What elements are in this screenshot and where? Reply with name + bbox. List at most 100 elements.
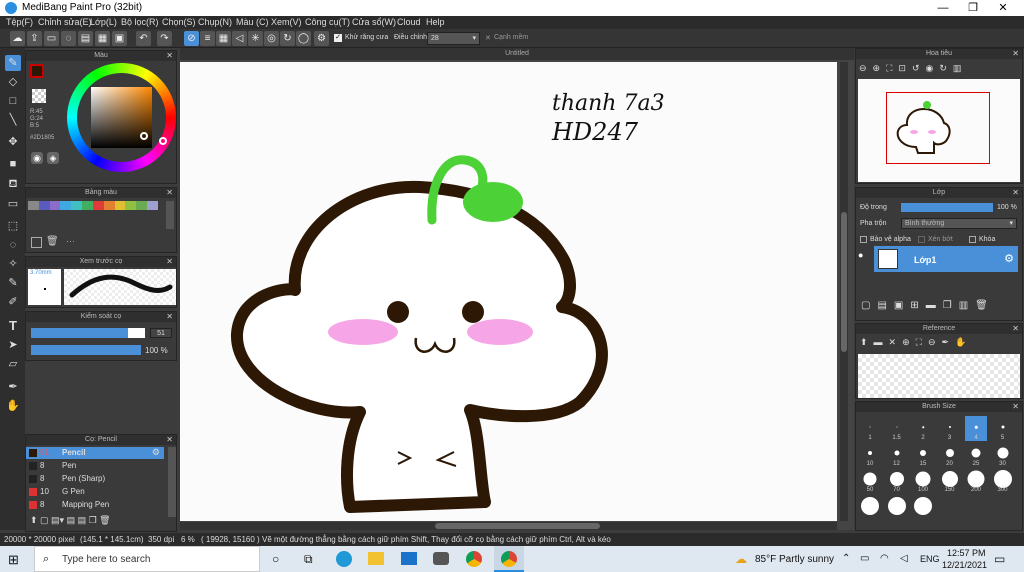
capture-icon[interactable]: ⬆ bbox=[860, 337, 874, 347]
brush-size-cell[interactable]: 20 bbox=[939, 442, 961, 467]
open-folder-icon[interactable]: ▬ bbox=[874, 337, 889, 347]
brush-size-cell[interactable] bbox=[912, 494, 934, 515]
search-box[interactable]: ⌕ Type here to search bbox=[34, 546, 260, 572]
layer-name[interactable]: Lớp1 bbox=[914, 255, 936, 265]
palette-swatch[interactable] bbox=[49, 201, 61, 210]
task-view-icon[interactable]: ⧉ bbox=[304, 552, 313, 567]
palette-swatch[interactable] bbox=[147, 201, 158, 210]
move-tool-icon[interactable]: ✥ bbox=[5, 134, 21, 150]
reference-canvas[interactable] bbox=[858, 354, 1020, 398]
palette-mode-icon[interactable]: ◉ bbox=[31, 152, 43, 164]
close-icon[interactable]: ✕ bbox=[166, 188, 173, 198]
palette-swatch[interactable] bbox=[71, 201, 83, 210]
close-icon[interactable]: ✕ bbox=[1012, 324, 1019, 334]
horizontal-scrollbar[interactable] bbox=[180, 522, 837, 530]
network-icon[interactable]: ▭ bbox=[860, 553, 869, 564]
clock-date[interactable]: 12/21/2021 bbox=[942, 560, 987, 570]
delete-layer-icon[interactable]: 🗑 bbox=[975, 300, 995, 311]
medibang-taskbar-button[interactable] bbox=[494, 546, 524, 572]
chevron-up-icon[interactable]: ⌃ bbox=[842, 553, 850, 564]
canvas-tab[interactable]: Untitled bbox=[180, 48, 854, 60]
actual-size-icon[interactable]: ⊡ bbox=[898, 63, 912, 73]
operation-tool-icon[interactable]: ➤ bbox=[5, 337, 21, 353]
menu-edit[interactable]: Chỉnh sửa(E) bbox=[38, 17, 92, 27]
settings-icon[interactable]: ⚙ bbox=[314, 31, 329, 46]
brush-size-cell[interactable]: 100 bbox=[912, 468, 934, 493]
protect-alpha-checkbox[interactable] bbox=[860, 236, 867, 243]
language[interactable]: ENG bbox=[920, 554, 940, 564]
add-material-icon[interactable]: ⊞ bbox=[910, 300, 925, 311]
weather-icon[interactable]: ☁ bbox=[735, 552, 747, 566]
vertical-scrollbar-thumb[interactable] bbox=[841, 212, 847, 352]
ellipse-ruler-icon[interactable]: ◯ bbox=[296, 31, 311, 46]
menu-cloud[interactable]: Cloud bbox=[397, 17, 421, 27]
menu-snap[interactable]: Chụp(N) bbox=[198, 17, 232, 27]
brush-tool-icon[interactable]: ✎ bbox=[5, 55, 21, 71]
cloud-icon[interactable]: ☁ bbox=[10, 31, 25, 46]
export-icon[interactable]: ⇪ bbox=[27, 31, 42, 46]
palette-swatch[interactable] bbox=[114, 201, 126, 210]
zoom-out-icon[interactable]: ⊖ bbox=[928, 337, 942, 347]
perspective-icon[interactable]: ◁ bbox=[232, 31, 247, 46]
brush-size-cell[interactable]: 12 bbox=[886, 442, 908, 467]
palette-swatch[interactable] bbox=[38, 201, 50, 210]
palette-swatch[interactable] bbox=[82, 201, 93, 210]
brush-size-value[interactable]: 51 bbox=[150, 328, 172, 338]
brush-size-slider[interactable] bbox=[31, 328, 145, 338]
add-palette-icon[interactable] bbox=[31, 237, 42, 248]
fit-icon[interactable]: ⛶ bbox=[886, 63, 898, 73]
palette-swatches[interactable] bbox=[28, 201, 158, 210]
close-icon[interactable]: ✕ bbox=[1012, 49, 1019, 59]
menu-color[interactable]: Màu (C) bbox=[236, 17, 269, 27]
more-icon[interactable]: ··· bbox=[66, 236, 75, 246]
palette-swatch[interactable] bbox=[125, 201, 137, 210]
windows-start-icon[interactable]: ⊞ bbox=[8, 552, 19, 568]
edge-icon[interactable] bbox=[336, 551, 352, 567]
layer-visibility-icon[interactable]: ● bbox=[858, 250, 870, 262]
rotate-right-icon[interactable]: ↻ bbox=[939, 63, 953, 73]
text-tool-icon[interactable]: T bbox=[5, 318, 21, 334]
palette-swatch[interactable] bbox=[60, 201, 72, 210]
menu-tools[interactable]: Công cụ(T) bbox=[305, 17, 350, 27]
brush-item-mapping-pen[interactable]: 8 Mapping Pen bbox=[26, 499, 164, 511]
brush-size-cell[interactable]: 300 bbox=[992, 468, 1014, 493]
eyedropper-icon[interactable]: ✒ bbox=[942, 337, 956, 347]
mail-icon[interactable] bbox=[401, 552, 417, 565]
close-icon[interactable]: ✕ bbox=[1012, 188, 1019, 198]
menu-filter[interactable]: Bộ lọc(R) bbox=[121, 17, 159, 27]
brush-size-cell[interactable] bbox=[859, 494, 881, 515]
zoom-in-icon[interactable]: ⊕ bbox=[902, 337, 916, 347]
clipping-checkbox[interactable] bbox=[918, 236, 925, 243]
radial-ruler-icon[interactable]: ✳ bbox=[248, 31, 263, 46]
brush-size-cell[interactable]: 30 bbox=[992, 442, 1014, 467]
zoom-out-icon[interactable]: ⊖ bbox=[859, 63, 873, 73]
gradient-tool-icon[interactable]: ▭ bbox=[5, 196, 21, 212]
antialias-checkbox[interactable]: ✓ bbox=[334, 34, 342, 42]
flip-icon[interactable]: ▥ bbox=[953, 63, 968, 73]
canvas-paper[interactable]: thanh 7a3 HD247 bbox=[180, 62, 837, 521]
transparent-swatch[interactable] bbox=[32, 89, 46, 103]
merge-down-icon[interactable]: ▥ bbox=[959, 300, 975, 311]
delete-palette-icon[interactable]: 🗑 bbox=[46, 236, 59, 247]
foreground-color-swatch[interactable] bbox=[30, 64, 44, 78]
brush-size-cell[interactable]: 50 bbox=[859, 468, 881, 493]
close-ref-icon[interactable]: ✕ bbox=[889, 337, 903, 347]
hand-tool-icon[interactable]: ✋ bbox=[5, 398, 21, 414]
eyedropper-tool-icon[interactable]: ✒ bbox=[5, 379, 21, 395]
close-icon[interactable]: ✕ bbox=[166, 257, 173, 267]
ruler-off-icon[interactable]: ⊘ bbox=[184, 31, 199, 46]
menu-view[interactable]: Xem(V) bbox=[271, 17, 302, 27]
zoom-in-icon[interactable]: ⊕ bbox=[873, 63, 887, 73]
divide-tool-icon[interactable]: ▱ bbox=[5, 356, 21, 372]
brush-item-pen-sharp[interactable]: 8 Pen (Sharp) bbox=[26, 473, 164, 485]
rotate-reset-icon[interactable]: ◉ bbox=[926, 63, 940, 73]
comment-icon[interactable]: ▭ bbox=[44, 31, 59, 46]
correction-select[interactable]: 28 ▾ bbox=[427, 32, 480, 45]
vertical-scrollbar[interactable] bbox=[840, 62, 848, 521]
folder-icon[interactable]: ▬ bbox=[926, 300, 943, 311]
gear-icon[interactable]: ⚙ bbox=[1004, 252, 1014, 265]
parallel-ruler-icon[interactable]: ≡ bbox=[200, 31, 215, 46]
maximize-button[interactable]: ❐ bbox=[958, 0, 988, 16]
speech-icon[interactable]: ◌ bbox=[61, 31, 76, 46]
brush-size-cell[interactable]: 10 bbox=[859, 442, 881, 467]
